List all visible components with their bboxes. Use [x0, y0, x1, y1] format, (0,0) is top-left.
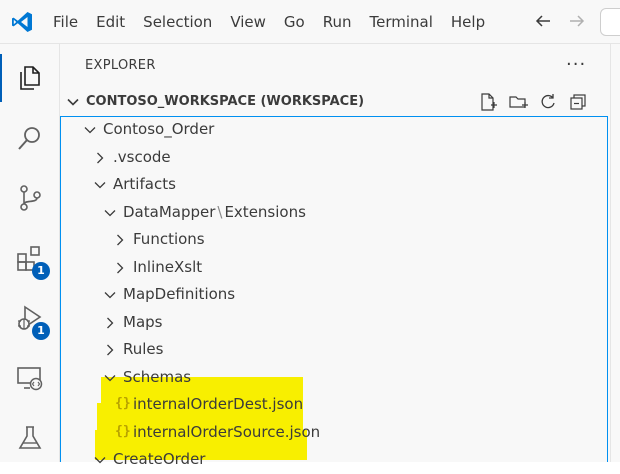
chevron-down-icon [94, 182, 106, 189]
json-file-icon: {} [115, 423, 131, 439]
tree-item-name: Artifacts [113, 175, 176, 193]
menu-run[interactable]: Run [314, 0, 361, 44]
menu-edit[interactable]: Edit [87, 0, 134, 44]
tree-item-label: internalOrderDest.json [133, 395, 303, 413]
chevron-down-icon [104, 209, 116, 216]
tree-item-name: internalOrderSource.json [133, 422, 321, 441]
tree-item-name: InlineXslt [133, 257, 203, 276]
tree-item-name: Rules [123, 340, 164, 358]
testing-icon [18, 426, 42, 449]
tree-item-label: InlineXslt [133, 258, 202, 276]
menu-go[interactable]: Go [275, 0, 314, 44]
tree-item-name: Contoso_Order [103, 120, 215, 138]
tree-item-label: Functions [133, 230, 205, 248]
tree-folder-item[interactable]: MapDefinitions [61, 282, 607, 309]
go-forward-icon[interactable] [566, 10, 588, 32]
new-file-icon[interactable] [478, 92, 498, 112]
tree-item-label: Maps [123, 313, 162, 331]
editor-edge [610, 44, 620, 462]
refresh-icon[interactable] [538, 92, 558, 112]
tree-folder-item[interactable]: Rules [61, 337, 607, 364]
tree-file-item[interactable]: {} internalOrderDest.json [61, 392, 607, 419]
tree-folder-item[interactable]: Contoso_Order [61, 117, 607, 144]
tree-item-name: Extensions [224, 202, 306, 221]
activity-source-control[interactable] [0, 170, 60, 226]
tree-item-name: CreateOrder [113, 450, 206, 468]
collapse-all-icon[interactable] [568, 92, 588, 112]
explorer-icon [20, 66, 40, 90]
json-file-icon: {} [115, 396, 131, 411]
activity-extensions[interactable]: 1 [0, 230, 60, 286]
menu-selection[interactable]: Selection [134, 0, 221, 44]
activity-testing[interactable] [0, 410, 60, 466]
chevron-right-icon [117, 234, 124, 246]
new-folder-icon[interactable] [508, 92, 528, 112]
tree-item-name: Schemas [123, 367, 192, 386]
tree-folder-item[interactable]: .vscode [61, 145, 607, 172]
chevron-down-icon [94, 457, 106, 464]
tree-item-label: Schemas [123, 368, 191, 386]
activity-remote-explorer[interactable] [0, 350, 60, 406]
chevron-right-icon [117, 262, 124, 273]
tree-item-label: CreateOrder [113, 450, 205, 468]
tree-item-label: Contoso_Order [103, 120, 214, 138]
remote-explorer-icon [17, 367, 43, 391]
more-actions-icon[interactable]: ··· [566, 54, 586, 75]
command-center-search[interactable] [600, 8, 620, 36]
chevron-down-icon [84, 127, 96, 134]
activity-explorer[interactable] [0, 50, 60, 106]
tree-item-label: MapDefinitions [123, 285, 235, 303]
menu-terminal[interactable]: Terminal [361, 0, 442, 44]
notification-badge: 1 [32, 262, 50, 280]
title-bar: File Edit Selection View Go Run Terminal Help [0, 0, 620, 44]
tree-item-name: DataMapper [123, 202, 216, 221]
chevron-down-icon [104, 374, 116, 381]
chevron-down-icon [67, 98, 79, 106]
notification-badge: 1 [32, 322, 50, 340]
activity-run-debug[interactable]: 1 [0, 290, 60, 346]
tree-item-name: .vscode [113, 147, 171, 166]
explorer-title: EXPLORER [85, 58, 156, 73]
tree-folder-item[interactable]: Maps [61, 310, 607, 337]
tree-item-label: internalOrderSource.json [133, 423, 320, 441]
tree-item-label: Artifacts [113, 175, 176, 193]
activity-search[interactable] [0, 110, 60, 166]
chevron-down-icon [104, 292, 116, 299]
tree-item-name: Maps [123, 312, 163, 331]
tree-folder-item[interactable]: InlineXslt [61, 255, 607, 282]
source-control-icon [20, 185, 41, 211]
menu-file[interactable]: File [44, 0, 87, 44]
chevron-right-icon [97, 152, 104, 163]
explorer-sidebar: EXPLORER ··· CONTOSO_WORKSPACE (WORKSPAC… [60, 44, 610, 468]
activity-bar: 11 [0, 44, 60, 462]
tree-item-label: Rules [123, 340, 163, 358]
search-icon [18, 127, 40, 150]
menu-view[interactable]: View [221, 0, 275, 44]
workspace-section-header[interactable]: CONTOSO_WORKSPACE (WORKSPACE) [60, 88, 610, 116]
vscode-logo-icon [12, 12, 32, 32]
tree-item-name: MapDefinitions [123, 285, 236, 303]
tree-folder-item[interactable]: Functions [61, 227, 607, 254]
chevron-right-icon [107, 344, 114, 356]
tree-folder-item[interactable]: CreateOrder [61, 447, 607, 474]
tree-item-name: internalOrderDest.json [133, 395, 304, 413]
menu-bar: File Edit Selection View Go Run Terminal Help [44, 0, 494, 44]
menu-help[interactable]: Help [442, 0, 494, 44]
tree-folder-item[interactable]: DataMapper \ Extensions [61, 200, 607, 227]
tree-item-label: .vscode [113, 148, 171, 166]
file-tree: Contoso_Order .vscode Artifacts DataMapper \… [60, 116, 608, 468]
tree-folder-item[interactable]: Artifacts [61, 172, 607, 199]
tree-item-name: Functions [133, 230, 205, 248]
workspace-title: CONTOSO_WORKSPACE (WORKSPACE) [86, 94, 365, 109]
tree-file-item[interactable]: {} internalOrderSource.json [61, 420, 607, 447]
chevron-right-icon [107, 317, 114, 328]
go-back-icon[interactable] [532, 10, 554, 32]
tree-folder-item[interactable]: Schemas [61, 365, 607, 392]
tree-item-label: DataMapper \ Extensions [123, 203, 306, 221]
